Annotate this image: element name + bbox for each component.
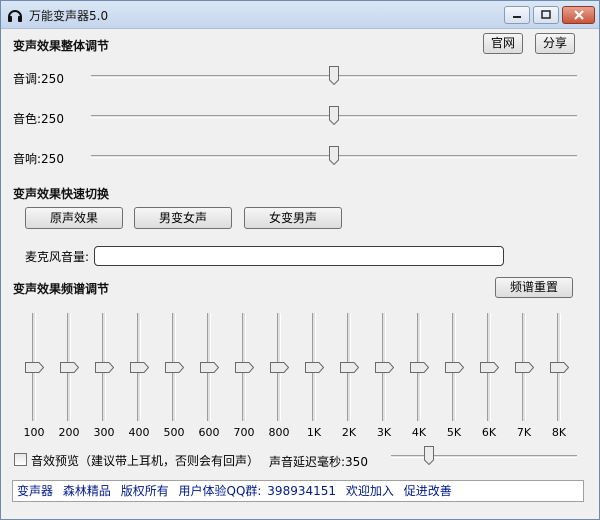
eq-band-label: 400 [128,426,150,439]
status-qq-number: 398934151 [267,484,337,498]
mic-volume-label: 麦克风音量: [25,250,90,264]
equalizer-title: 变声效果频谱调节 [13,282,110,296]
resonance-slider[interactable] [91,146,577,166]
timbre-label: 音色:250 [13,112,64,126]
pitch-slider[interactable] [91,66,577,86]
eq-band-label: 800 [268,426,290,439]
eq-band-label: 600 [198,426,220,439]
title-bar[interactable]: 万能变声器5.0 [1,1,599,29]
timbre-slider[interactable] [91,106,577,126]
mic-volume-meter [94,246,504,266]
slider-thumb[interactable] [445,362,464,373]
eq-band-slider[interactable] [409,313,429,421]
slider-thumb[interactable] [480,362,499,373]
eq-band-label: 700 [233,426,255,439]
female-to-male-button[interactable]: 女变男声 [244,207,342,229]
status-welcome: 欢迎加入 [345,484,394,498]
eq-band-label: 8K [551,426,567,439]
app-window: 万能变声器5.0 变声效果整体调节 官网 分享 音调:250 音色:250 音响… [0,0,600,520]
pitch-label: 音调:250 [13,72,64,86]
eq-band-label: 5K [446,426,462,439]
delay-slider[interactable] [391,446,577,466]
original-voice-button[interactable]: 原声效果 [25,207,123,229]
slider-thumb[interactable] [305,362,324,373]
status-copyright: 版权所有 [120,484,169,498]
slider-thumb[interactable] [329,146,339,165]
share-button[interactable]: 分享 [535,33,575,54]
equalizer-reset-button[interactable]: 频谱重置 [495,277,573,298]
male-to-female-button[interactable]: 男变女声 [134,207,232,229]
eq-band-slider[interactable] [479,313,499,421]
close-icon [573,10,584,20]
slider-thumb[interactable] [165,362,184,373]
eq-band-slider[interactable] [234,313,254,421]
delay-label: 声音延迟毫秒:350 [269,455,368,469]
status-app-name: 变声器 [17,484,54,498]
slider-thumb[interactable] [550,362,569,373]
close-button[interactable] [562,6,595,24]
slider-thumb[interactable] [60,362,79,373]
headphones-icon [8,10,22,22]
eq-band-label: 200 [58,426,80,439]
eq-band-label: 2K [341,426,357,439]
quick-switch-title: 变声效果快速切换 [13,187,110,201]
status-improve: 促进改善 [403,484,452,498]
maximize-icon [541,10,551,19]
slider-thumb[interactable] [340,362,359,373]
status-bar: 变声器 森林精品 版权所有 用户体验QQ群: 398934151 欢迎加入 促进… [12,480,584,502]
slider-thumb[interactable] [270,362,289,373]
slider-track [391,455,577,458]
resonance-label: 音响:250 [13,152,64,166]
eq-band-slider[interactable] [94,313,114,421]
slider-thumb[interactable] [235,362,254,373]
eq-band-label: 100 [23,426,45,439]
eq-band-slider[interactable] [24,313,44,421]
slider-thumb[interactable] [95,362,114,373]
eq-band-label: 6K [481,426,497,439]
eq-band-label: 300 [93,426,115,439]
eq-band-slider[interactable] [59,313,79,421]
eq-band-slider[interactable] [444,313,464,421]
eq-band-label: 1K [306,426,322,439]
eq-band-slider[interactable] [129,313,149,421]
preview-checkbox-label: 音效预览（建议带上耳机，否则会有回声） [31,454,260,468]
eq-band-slider[interactable] [374,313,394,421]
eq-band-label: 3K [376,426,392,439]
eq-band-label: 7K [516,426,532,439]
eq-band-slider[interactable] [269,313,289,421]
slider-thumb[interactable] [130,362,149,373]
eq-band-slider[interactable] [199,313,219,421]
eq-band-label: 4K [411,426,427,439]
preview-checkbox[interactable] [14,453,27,466]
slider-thumb[interactable] [25,362,44,373]
eq-band-slider[interactable] [164,313,184,421]
slider-thumb[interactable] [200,362,219,373]
slider-thumb[interactable] [375,362,394,373]
eq-band-slider[interactable] [339,313,359,421]
slider-thumb[interactable] [424,446,434,465]
eq-band-label: 500 [163,426,185,439]
minimize-icon [513,16,521,18]
website-button[interactable]: 官网 [483,33,523,54]
slider-thumb[interactable] [329,106,339,125]
eq-band-slider[interactable] [514,313,534,421]
minimize-button[interactable] [504,6,530,24]
status-brand: 森林精品 [62,484,111,498]
maximize-button[interactable] [533,6,559,24]
eq-band-slider[interactable] [304,313,324,421]
status-qq-label: 用户体验QQ群: [178,484,262,498]
slider-thumb[interactable] [515,362,534,373]
window-title: 万能变声器5.0 [29,9,109,23]
overall-section-title: 变声效果整体调节 [13,39,110,53]
eq-band-slider[interactable] [549,313,569,421]
slider-thumb[interactable] [329,66,339,85]
slider-thumb[interactable] [410,362,429,373]
